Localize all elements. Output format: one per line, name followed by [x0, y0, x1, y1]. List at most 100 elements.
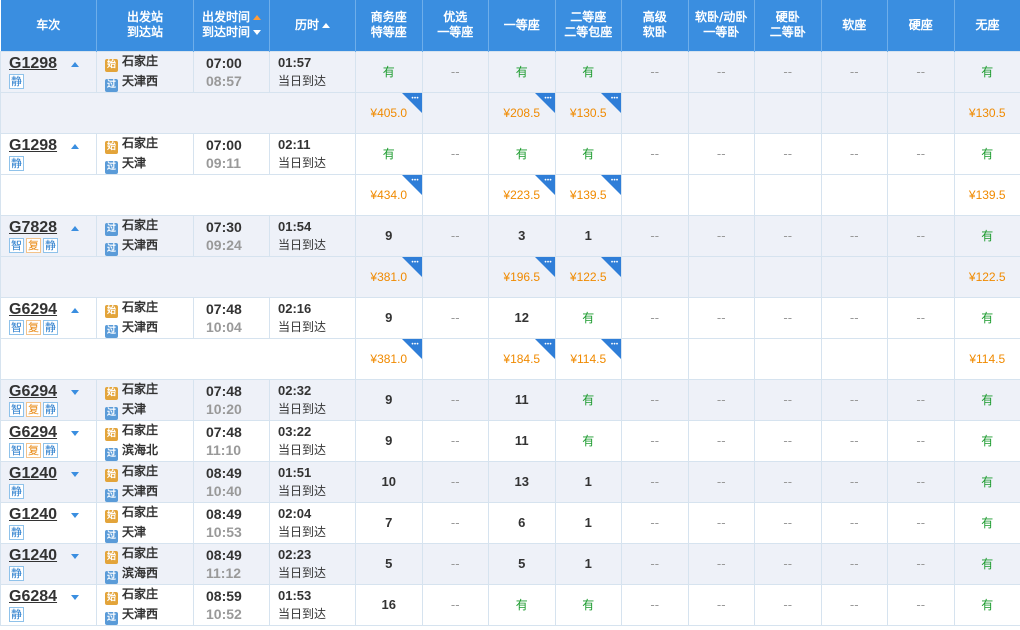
from-station[interactable]: 过石家庄 [105, 216, 193, 236]
from-station[interactable]: 始石家庄 [105, 503, 193, 523]
table-row[interactable]: G6294 智复静始石家庄过天津西 07:48 10:04 02:16 当日到达 9 -- 12… [0, 296, 1020, 339]
train-cell[interactable]: G1298 静 [0, 132, 97, 175]
seat-availability[interactable]: 7 [355, 501, 423, 544]
from-station[interactable]: 始石家庄 [105, 585, 193, 605]
table-row[interactable]: G1240 静始石家庄过天津 08:49 10:53 02:04 当日到达 7 -- 6 1 -- -… [0, 501, 1020, 544]
seat-availability[interactable]: 11 [488, 419, 556, 462]
seat-price[interactable]: ¥139.5 ••• [554, 173, 622, 216]
train-number-link[interactable]: G1298 [9, 137, 65, 155]
to-station[interactable]: 过天津西 [105, 605, 193, 625]
seat-availability[interactable]: 有 [488, 50, 556, 93]
seat-availability[interactable]: 有 [554, 378, 622, 421]
price-detail-icon[interactable]: ••• [401, 338, 422, 359]
from-station[interactable]: 始石家庄 [105, 52, 193, 72]
train-number-link[interactable]: G6294 [9, 383, 65, 401]
seat-price[interactable]: ¥184.5 ••• [488, 337, 556, 380]
seat-availability[interactable]: 有 [953, 132, 1020, 175]
seat-availability[interactable]: 1 [554, 214, 622, 257]
train-number-link[interactable]: G7828 [9, 219, 65, 237]
train-cell[interactable]: G6294 智复静 [0, 296, 97, 339]
seat-availability[interactable]: 12 [488, 296, 556, 339]
seat-price[interactable]: ¥139.5 [953, 173, 1020, 216]
train-number-link[interactable]: G1240 [9, 506, 65, 524]
price-detail-icon[interactable]: ••• [401, 174, 422, 195]
train-cell[interactable]: G7828 智复静 [0, 214, 97, 257]
train-cell[interactable]: G1240 静 [0, 542, 97, 585]
price-detail-icon[interactable]: ••• [601, 256, 621, 277]
price-detail-icon[interactable]: ••• [534, 256, 555, 277]
to-station[interactable]: 过天津 [105, 154, 193, 174]
train-cell[interactable]: G6294 智复静 [0, 419, 97, 462]
seat-availability[interactable]: 有 [554, 50, 622, 93]
price-detail-icon[interactable]: ••• [601, 338, 621, 359]
seat-price[interactable]: ¥122.5 [953, 255, 1020, 298]
seat-availability[interactable]: 10 [355, 460, 423, 503]
seat-availability[interactable]: 有 [355, 50, 423, 93]
header-time[interactable]: 出发时间 到达时间 [193, 0, 270, 51]
price-detail-icon[interactable]: ••• [401, 92, 422, 113]
to-station[interactable]: 过滨海北 [105, 441, 193, 461]
seat-availability[interactable]: 5 [488, 542, 556, 585]
seat-price[interactable]: ¥434.0 ••• [355, 173, 423, 216]
table-row[interactable]: G1298 静始石家庄过天津西 07:00 08:57 01:57 当日到达有 -- 有有 --… [0, 50, 1020, 93]
expand-icon[interactable] [71, 512, 79, 518]
seat-availability[interactable]: 9 [355, 419, 423, 462]
price-detail-icon[interactable]: ••• [601, 174, 621, 195]
seat-availability[interactable]: 有 [488, 583, 556, 626]
seat-availability[interactable]: 有 [953, 378, 1020, 421]
seat-availability[interactable]: 有 [953, 542, 1020, 585]
seat-availability[interactable]: 有 [953, 214, 1020, 257]
from-station[interactable]: 始石家庄 [105, 134, 193, 154]
table-row[interactable]: G7828 智复静过石家庄过天津西 07:30 09:24 01:54 当日到达 9 -- 3 1… [0, 214, 1020, 257]
train-cell[interactable]: G1298 静 [0, 50, 97, 93]
seat-availability[interactable]: 3 [488, 214, 556, 257]
collapse-icon[interactable] [71, 61, 79, 67]
seat-availability[interactable]: 11 [488, 378, 556, 421]
seat-availability[interactable]: 有 [953, 460, 1020, 503]
seat-availability[interactable]: 有 [488, 132, 556, 175]
train-number-link[interactable]: G1298 [9, 55, 65, 73]
seat-availability[interactable]: 5 [355, 542, 423, 585]
seat-availability[interactable]: 13 [488, 460, 556, 503]
seat-availability[interactable]: 1 [554, 542, 622, 585]
train-cell[interactable]: G1240 静 [0, 460, 97, 503]
sort-asc-icon[interactable] [322, 22, 330, 28]
collapse-icon[interactable] [71, 225, 79, 231]
table-row[interactable]: G1298 静始石家庄过天津 07:00 09:11 02:11 当日到达有 -- 有有 -- -… [0, 132, 1020, 175]
table-row[interactable]: G6294 智复静始石家庄过天津 07:48 10:20 02:32 当日到达 9 -- 11 有… [0, 378, 1020, 421]
price-detail-icon[interactable]: ••• [534, 174, 555, 195]
from-station[interactable]: 始石家庄 [105, 421, 193, 441]
to-station[interactable]: 过滨海西 [105, 564, 193, 584]
train-cell[interactable]: G6284 静 [0, 583, 97, 626]
seat-availability[interactable]: 有 [355, 132, 423, 175]
to-station[interactable]: 过天津西 [105, 72, 193, 92]
expand-icon[interactable] [71, 594, 79, 600]
seat-availability[interactable]: 9 [355, 378, 423, 421]
seat-availability[interactable]: 1 [554, 501, 622, 544]
train-number-link[interactable]: G1240 [9, 547, 65, 565]
from-station[interactable]: 始石家庄 [105, 380, 193, 400]
to-station[interactable]: 过天津西 [105, 236, 193, 256]
to-station[interactable]: 过天津西 [105, 318, 193, 338]
seat-availability[interactable]: 有 [953, 50, 1020, 93]
seat-availability[interactable]: 有 [554, 583, 622, 626]
price-detail-icon[interactable]: ••• [534, 338, 555, 359]
seat-price[interactable]: ¥381.0 ••• [355, 255, 423, 298]
train-cell[interactable]: G6294 智复静 [0, 378, 97, 421]
seat-price[interactable]: ¥114.5 ••• [554, 337, 622, 380]
seat-availability[interactable]: 有 [953, 419, 1020, 462]
sort-desc-icon[interactable] [253, 30, 261, 36]
seat-availability[interactable]: 有 [554, 132, 622, 175]
price-detail-icon[interactable]: ••• [534, 92, 555, 113]
seat-price[interactable]: ¥122.5 ••• [554, 255, 622, 298]
seat-price[interactable]: ¥130.5 [953, 91, 1020, 134]
seat-price[interactable]: ¥381.0 ••• [355, 337, 423, 380]
seat-availability[interactable]: 有 [953, 583, 1020, 626]
header-duration[interactable]: 历时 [269, 0, 356, 51]
sort-asc-icon[interactable] [253, 15, 261, 21]
seat-price[interactable]: ¥223.5 ••• [488, 173, 556, 216]
seat-availability[interactable]: 有 [554, 296, 622, 339]
seat-availability[interactable]: 有 [953, 501, 1020, 544]
collapse-icon[interactable] [71, 307, 79, 313]
train-number-link[interactable]: G6294 [9, 301, 65, 319]
